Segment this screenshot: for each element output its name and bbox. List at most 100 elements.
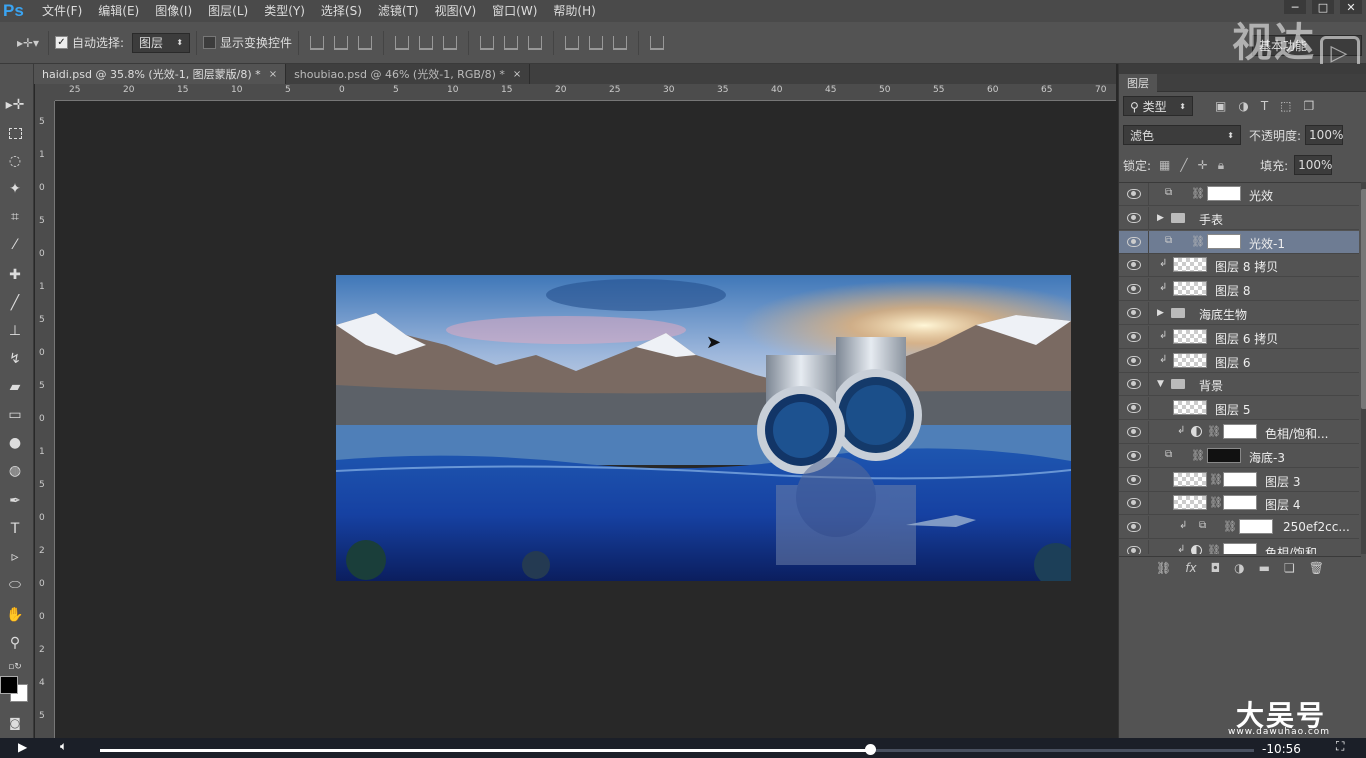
path-select-tool-icon[interactable]: ▹ [4, 546, 26, 568]
visibility-eye-icon[interactable] [1127, 284, 1141, 295]
quick-mask-icon[interactable]: ◙ [4, 712, 26, 734]
menu-item[interactable]: 图层(L) [200, 0, 256, 22]
eyedropper-tool-icon[interactable]: ⁄ [4, 234, 26, 256]
visibility-eye-icon[interactable] [1127, 212, 1141, 223]
move-tool-preset-icon[interactable]: ▸✛▾ [14, 35, 42, 51]
visibility-eye-icon[interactable] [1127, 522, 1141, 533]
lasso-tool-icon[interactable]: ◌ [4, 150, 26, 172]
visibility-eye-icon[interactable] [1127, 427, 1141, 437]
move-tool-icon[interactable]: ▸✛ [4, 94, 26, 116]
expand-arrow-icon[interactable]: ▶ [1157, 308, 1164, 318]
layer-row[interactable]: ↲ 图层 8 [1119, 278, 1359, 302]
layer-row[interactable]: ↲ ⛓ 色相/饱和... [1119, 540, 1359, 554]
healing-tool-icon[interactable]: ✚ [4, 264, 26, 286]
collapse-arrow-icon[interactable]: ▼ [1157, 379, 1164, 389]
swap-colors-icon[interactable]: ▫↻ [4, 656, 26, 678]
lock-paint-icon[interactable]: ╱ [1180, 158, 1187, 173]
menu-item[interactable]: 滤镜(T) [370, 0, 427, 22]
new-layer-icon[interactable]: ❏ [1284, 561, 1295, 575]
link-icon[interactable]: ⛓ [1207, 544, 1221, 554]
stamp-tool-icon[interactable]: ⊥ [4, 320, 26, 342]
visibility-eye-icon[interactable] [1127, 474, 1141, 485]
tab-close-icon[interactable]: × [513, 69, 521, 80]
lock-transparent-icon[interactable]: ▦ [1159, 158, 1170, 173]
link-icon[interactable]: ⛓ [1191, 235, 1205, 248]
document-image[interactable] [336, 275, 1071, 581]
tab-layers[interactable]: 图层 [1119, 74, 1157, 92]
link-icon[interactable]: ⛓ [1191, 449, 1205, 462]
tab-haidi[interactable]: haidi.psd @ 35.8% (光效-1, 图层蒙版/8) * × [34, 64, 287, 84]
distribute-right-icon[interactable] [613, 35, 628, 50]
layer-row[interactable]: ↲ 图层 8 拷贝 [1119, 254, 1359, 278]
align-right-icon[interactable] [443, 35, 458, 50]
type-tool-icon[interactable]: T [4, 518, 26, 540]
link-icon[interactable]: ⛓ [1209, 473, 1223, 486]
quick-select-tool-icon[interactable]: ✦ [4, 178, 26, 200]
visibility-eye-icon[interactable] [1127, 331, 1141, 342]
blend-mode-dropdown[interactable]: 滤色 ⬍ [1123, 125, 1241, 145]
layer-row[interactable]: 图层 5 [1119, 397, 1359, 421]
volume-icon[interactable]: 🔈︎ [60, 739, 67, 754]
new-group-icon[interactable]: ▬ [1259, 561, 1270, 575]
layer-row[interactable]: ↲ ⛓ 色相/饱和... [1119, 421, 1359, 444]
menu-item[interactable]: 文件(F) [34, 0, 90, 22]
brush-tool-icon[interactable]: ╱ [4, 292, 26, 314]
layer-thumbnail[interactable] [1173, 352, 1207, 368]
auto-select-checkbox[interactable]: ✓ [55, 36, 68, 49]
opacity-input[interactable]: 100% [1305, 125, 1343, 145]
hand-tool-icon[interactable]: ✋ [4, 604, 26, 626]
layer-row[interactable]: ⛓ 图层 3 [1119, 468, 1359, 492]
visibility-eye-icon[interactable] [1127, 450, 1141, 461]
align-vcenter-icon[interactable] [334, 35, 349, 50]
layer-row[interactable]: ⛓ 图层 4 [1119, 492, 1359, 516]
filter-pixel-icon[interactable]: ▣ [1215, 99, 1226, 113]
link-icon[interactable]: ⛓ [1209, 496, 1223, 509]
filter-adjust-icon[interactable]: ◑ [1238, 99, 1248, 113]
mask-thumbnail[interactable] [1223, 471, 1257, 487]
link-icon[interactable]: ⛓ [1207, 425, 1221, 438]
mask-thumbnail[interactable] [1239, 519, 1273, 535]
fill-input[interactable]: 100% [1294, 155, 1332, 175]
align-top-icon[interactable] [310, 35, 325, 50]
layer-thumbnail[interactable] [1173, 281, 1207, 297]
visibility-eye-icon[interactable] [1127, 189, 1141, 199]
dodge-tool-icon[interactable]: ◍ [4, 460, 26, 482]
distribute-bottom-icon[interactable] [528, 35, 543, 50]
visibility-eye-icon[interactable] [1127, 260, 1141, 271]
layer-thumbnail[interactable] [1173, 257, 1207, 273]
visibility-eye-icon[interactable] [1127, 308, 1141, 318]
tab-close-icon[interactable]: × [269, 69, 277, 80]
lock-icons[interactable]: ▦ ╱ ✛ 🔒︎ [1159, 158, 1224, 173]
menu-item[interactable]: 图像(I) [147, 0, 200, 22]
progress-knob[interactable] [864, 744, 876, 755]
layer-thumbnail[interactable] [1173, 471, 1207, 487]
layer-row[interactable]: ▶ 手表 [1119, 206, 1359, 230]
tab-shoubiao[interactable]: shoubiao.psd @ 46% (光效-1, RGB/8) * × [286, 64, 531, 84]
visibility-eye-icon[interactable] [1127, 546, 1141, 554]
link-icon[interactable]: ⛓ [1191, 187, 1205, 200]
link-icon[interactable]: ⛓ [1223, 520, 1237, 533]
menu-item[interactable]: 帮助(H) [545, 0, 603, 22]
align-left-icon[interactable] [395, 35, 410, 50]
expand-arrow-icon[interactable]: ▶ [1157, 213, 1164, 223]
layer-thumbnail[interactable] [1173, 495, 1207, 511]
mask-thumbnail[interactable] [1207, 447, 1241, 463]
play-icon[interactable]: ▶ [18, 740, 27, 754]
auto-align-icon[interactable] [650, 35, 665, 50]
layer-row[interactable]: ↲ ⧉ ⛓ 250ef2cc... [1119, 516, 1359, 540]
mask-thumbnail[interactable] [1207, 186, 1241, 201]
align-hcenter-icon[interactable] [419, 35, 434, 50]
visibility-eye-icon[interactable] [1127, 355, 1141, 366]
layers-scroll-thumb[interactable] [1361, 189, 1366, 409]
marquee-tool-icon[interactable] [4, 122, 26, 144]
layer-row[interactable]: ↲ 图层 6 [1119, 349, 1359, 373]
mask-thumbnail[interactable] [1223, 495, 1257, 511]
filter-shape-icon[interactable]: ⬚ [1280, 99, 1291, 113]
distribute-hcenter-icon[interactable] [589, 35, 604, 50]
layer-row[interactable]: ⧉ ⛓ 光效-1 [1119, 230, 1359, 254]
menu-item[interactable]: 编辑(E) [90, 0, 147, 22]
menu-item[interactable]: 视图(V) [427, 0, 485, 22]
layer-row[interactable]: ▼ 背景 [1119, 373, 1359, 397]
filter-type-icon[interactable]: T [1261, 99, 1268, 113]
menu-item[interactable]: 选择(S) [313, 0, 370, 22]
